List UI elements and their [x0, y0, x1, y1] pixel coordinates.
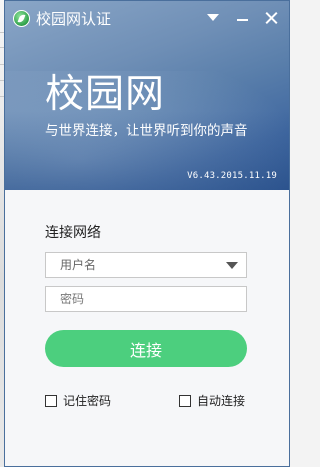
window-title: 校园网认证 — [36, 10, 112, 28]
remember-password-label: 记住密码 — [63, 394, 112, 408]
close-icon[interactable] — [260, 7, 284, 29]
auto-connect-label: 自动连接 — [197, 394, 246, 408]
title-bar: 校园网认证 — [5, 1, 289, 37]
username-placeholder: 用户名 — [60, 258, 97, 272]
brand-title: 校园网 — [45, 72, 166, 117]
leaf-logo-icon — [13, 10, 30, 27]
checkbox-square[interactable] — [179, 395, 191, 407]
caret-down-icon — [226, 262, 238, 269]
version-label: V6.43.2015.11.19 — [187, 171, 277, 181]
chevron-down-icon[interactable] — [201, 7, 225, 29]
auth-window: 校园网认证 校园网 与世界连接，让世界听到你的声音 V6.43.2015.11.… — [4, 0, 290, 467]
password-field[interactable] — [45, 286, 247, 312]
username-select[interactable]: 用户名 — [45, 252, 247, 278]
minimize-icon[interactable] — [231, 7, 255, 29]
slogan-text: 与世界连接，让世界听到你的声音 — [45, 123, 248, 139]
connect-button[interactable]: 连接 — [45, 330, 247, 367]
checkbox-square[interactable] — [45, 395, 57, 407]
form-title: 连接网络 — [45, 225, 101, 241]
header-banner: 校园网认证 校园网 与世界连接，让世界听到你的声音 V6.43.2015.11.… — [5, 1, 289, 190]
